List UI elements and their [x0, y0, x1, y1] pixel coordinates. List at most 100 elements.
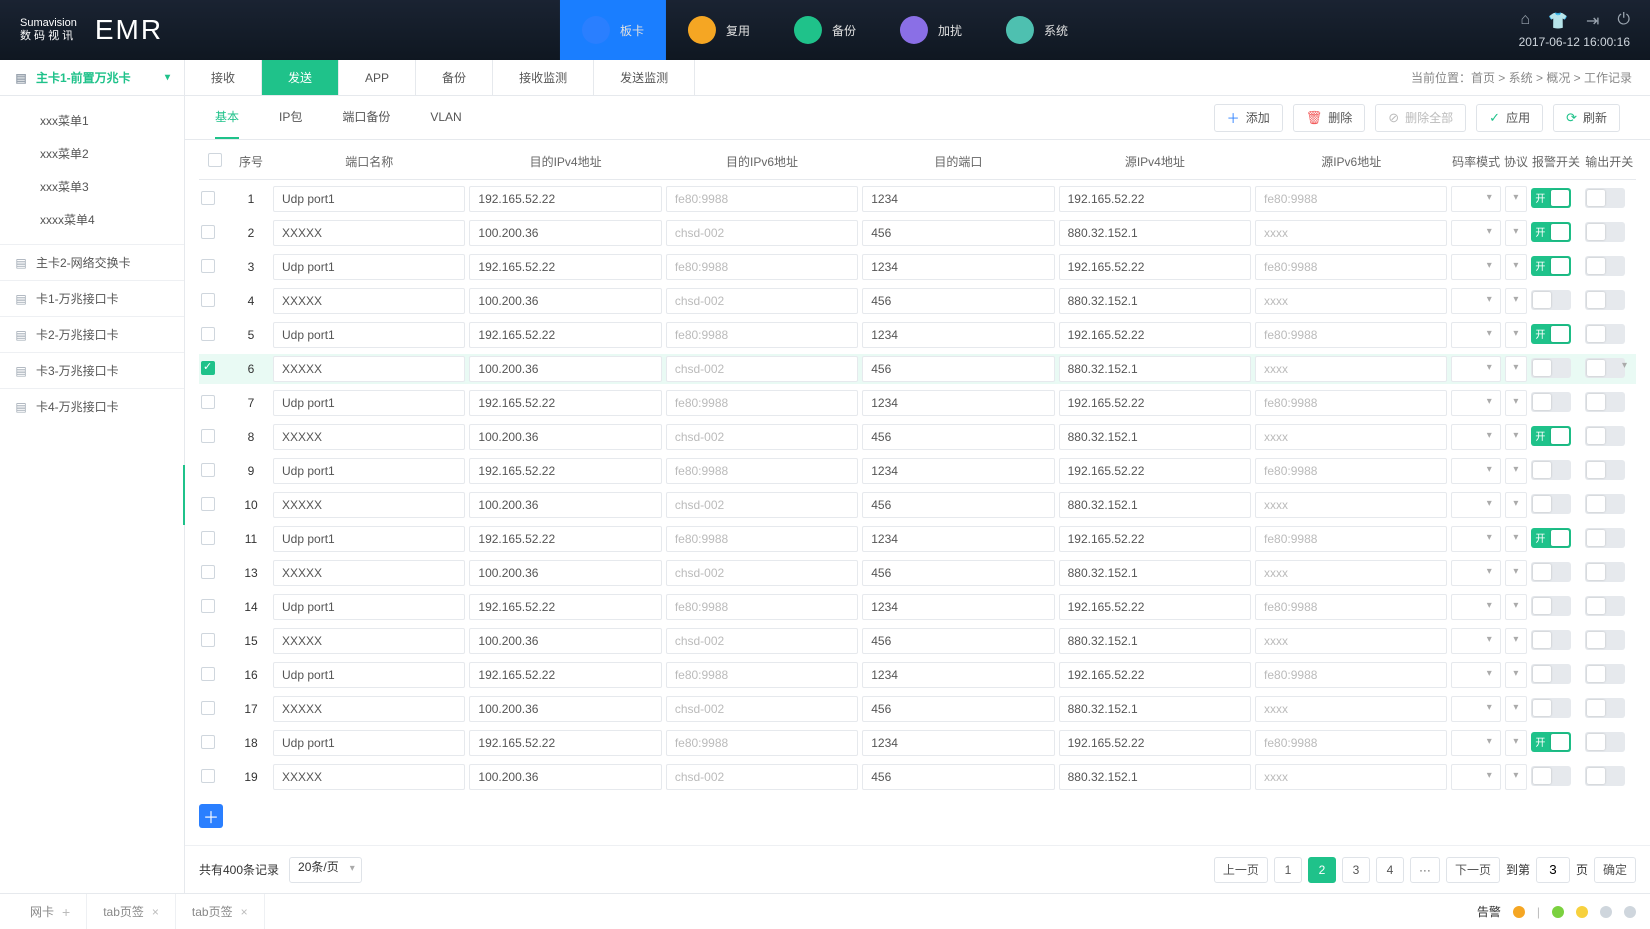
protocol-select[interactable]	[1505, 696, 1528, 722]
page-4[interactable]: 4	[1376, 857, 1404, 883]
alarm-toggle[interactable]	[1531, 460, 1571, 480]
src-ipv6-input[interactable]	[1255, 594, 1447, 620]
bitrate-mode-select[interactable]	[1451, 594, 1500, 620]
topnav-复用[interactable]: 复用	[666, 0, 772, 60]
protocol-select[interactable]	[1505, 220, 1528, 246]
output-toggle[interactable]	[1585, 358, 1625, 378]
bottom-tab[interactable]: 网卡+	[14, 894, 87, 929]
dest-ipv4-input[interactable]	[469, 492, 661, 518]
bitrate-mode-select[interactable]	[1451, 424, 1500, 450]
row-checkbox[interactable]	[201, 225, 215, 239]
dest-port-input[interactable]	[862, 254, 1054, 280]
add-button[interactable]: ＋添加	[1214, 104, 1283, 132]
dest-port-input[interactable]	[862, 730, 1054, 756]
output-toggle[interactable]	[1585, 596, 1625, 616]
bitrate-mode-select[interactable]	[1451, 288, 1500, 314]
output-toggle[interactable]	[1585, 562, 1625, 582]
dest-ipv6-input[interactable]	[666, 458, 858, 484]
subtab-基本[interactable]: 基本	[215, 96, 239, 139]
src-ipv6-input[interactable]	[1255, 764, 1447, 790]
bitrate-mode-select[interactable]	[1451, 764, 1500, 790]
port-name-input[interactable]	[273, 560, 465, 586]
dest-ipv4-input[interactable]	[469, 764, 661, 790]
alarm-toggle[interactable]: 开	[1531, 732, 1571, 752]
dest-ipv6-input[interactable]	[666, 526, 858, 552]
alarm-toggle[interactable]	[1531, 392, 1571, 412]
power-icon[interactable]: ⏻	[1617, 11, 1630, 31]
sidebar-sub-item[interactable]: xxx菜单2	[0, 137, 184, 170]
dest-ipv4-input[interactable]	[469, 628, 661, 654]
src-ipv6-input[interactable]	[1255, 390, 1447, 416]
dest-ipv6-input[interactable]	[666, 696, 858, 722]
protocol-select[interactable]	[1505, 526, 1528, 552]
topnav-加扰[interactable]: 加扰	[878, 0, 984, 60]
alarm-toggle[interactable]	[1531, 664, 1571, 684]
output-toggle[interactable]	[1585, 188, 1625, 208]
row-checkbox[interactable]	[201, 633, 215, 647]
dest-ipv6-input[interactable]	[666, 288, 858, 314]
port-name-input[interactable]	[273, 288, 465, 314]
status-dot-grey-2[interactable]	[1624, 906, 1636, 918]
row-checkbox[interactable]	[201, 293, 215, 307]
src-ipv4-input[interactable]	[1059, 696, 1251, 722]
dest-port-input[interactable]	[862, 424, 1054, 450]
src-ipv6-input[interactable]	[1255, 458, 1447, 484]
alarm-toggle[interactable]: 开	[1531, 528, 1571, 548]
sidebar-item[interactable]: ▤卡2-万兆接口卡	[0, 316, 184, 352]
dest-ipv6-input[interactable]	[666, 254, 858, 280]
port-name-input[interactable]	[273, 458, 465, 484]
page-size-select[interactable]: 20条/页	[289, 857, 362, 883]
topnav-备份[interactable]: 备份	[772, 0, 878, 60]
src-ipv4-input[interactable]	[1059, 560, 1251, 586]
dest-ipv4-input[interactable]	[469, 254, 661, 280]
row-checkbox[interactable]	[201, 191, 215, 205]
logout-icon[interactable]: ⇥	[1586, 11, 1599, 31]
src-ipv4-input[interactable]	[1059, 322, 1251, 348]
output-toggle[interactable]	[1585, 664, 1625, 684]
dest-ipv4-input[interactable]	[469, 186, 661, 212]
status-dot-green[interactable]	[1552, 906, 1564, 918]
subtab-IP包[interactable]: IP包	[279, 96, 302, 139]
output-toggle[interactable]	[1585, 290, 1625, 310]
dest-ipv4-input[interactable]	[469, 322, 661, 348]
src-ipv6-input[interactable]	[1255, 492, 1447, 518]
src-ipv4-input[interactable]	[1059, 526, 1251, 552]
src-ipv6-input[interactable]	[1255, 730, 1447, 756]
src-ipv6-input[interactable]	[1255, 288, 1447, 314]
bitrate-mode-select[interactable]	[1451, 730, 1500, 756]
dest-port-input[interactable]	[862, 764, 1054, 790]
page-···[interactable]: ···	[1410, 857, 1440, 883]
dest-ipv4-input[interactable]	[469, 424, 661, 450]
src-ipv4-input[interactable]	[1059, 356, 1251, 382]
dest-ipv6-input[interactable]	[666, 662, 858, 688]
protocol-select[interactable]	[1505, 458, 1528, 484]
dest-ipv4-input[interactable]	[469, 390, 661, 416]
alarm-toggle[interactable]	[1531, 766, 1571, 786]
dest-port-input[interactable]	[862, 526, 1054, 552]
src-ipv6-input[interactable]	[1255, 662, 1447, 688]
row-checkbox[interactable]	[201, 531, 215, 545]
home-icon[interactable]: ⌂	[1520, 11, 1530, 31]
protocol-select[interactable]	[1505, 662, 1528, 688]
select-all-checkbox[interactable]	[208, 153, 222, 167]
row-checkbox[interactable]	[201, 395, 215, 409]
bottom-tab[interactable]: tab页签×	[176, 894, 265, 929]
alarm-toggle[interactable]: 开	[1531, 222, 1571, 242]
alarm-toggle[interactable]: 开	[1531, 188, 1571, 208]
apply-button[interactable]: ✓应用	[1476, 104, 1543, 132]
output-toggle[interactable]	[1585, 528, 1625, 548]
shirt-icon[interactable]: 👕	[1548, 11, 1568, 31]
src-ipv6-input[interactable]	[1255, 322, 1447, 348]
src-ipv6-input[interactable]	[1255, 560, 1447, 586]
dest-ipv4-input[interactable]	[469, 662, 661, 688]
protocol-select[interactable]	[1505, 288, 1528, 314]
alarm-toggle[interactable]	[1531, 630, 1571, 650]
sidebar-main-card[interactable]: ▤ 主卡1-前置万兆卡 ▾	[0, 60, 184, 96]
port-name-input[interactable]	[273, 424, 465, 450]
dest-port-input[interactable]	[862, 322, 1054, 348]
output-toggle[interactable]	[1585, 766, 1625, 786]
protocol-select[interactable]	[1505, 424, 1528, 450]
protocol-select[interactable]	[1505, 390, 1528, 416]
alarm-toggle[interactable]	[1531, 358, 1571, 378]
dest-ipv6-input[interactable]	[666, 628, 858, 654]
